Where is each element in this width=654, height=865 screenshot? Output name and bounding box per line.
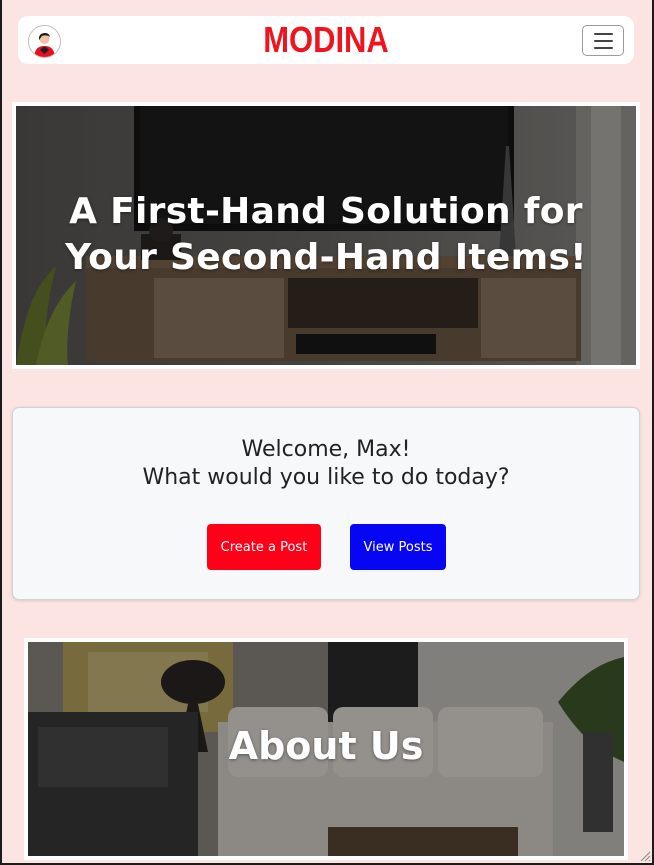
hero-title: A First-Hand Solution for Your Second-Ha… bbox=[16, 189, 636, 281]
welcome-greeting: Welcome, Max! bbox=[241, 437, 411, 462]
about-section: About Us bbox=[24, 638, 628, 860]
hero-title-line: A First-Hand Solution for bbox=[69, 191, 583, 232]
navbar: MODINA bbox=[18, 16, 634, 64]
menu-toggle-button[interactable] bbox=[582, 25, 624, 56]
avatar[interactable] bbox=[28, 25, 61, 58]
hamburger-menu-icon bbox=[594, 47, 613, 49]
brand-logo[interactable]: MODINA bbox=[61, 20, 591, 60]
resize-grip-icon[interactable] bbox=[639, 850, 651, 862]
hamburger-menu-icon bbox=[594, 40, 613, 42]
hero-banner: A First-Hand Solution for Your Second-Ha… bbox=[12, 102, 640, 369]
viewport-border-left bbox=[0, 0, 2, 865]
hero-image: A First-Hand Solution for Your Second-Ha… bbox=[16, 106, 636, 365]
hero-title-line: Your Second-Hand Items! bbox=[65, 237, 587, 278]
hamburger-menu-icon bbox=[594, 33, 613, 35]
user-avatar-icon bbox=[29, 26, 60, 57]
create-post-button[interactable]: Create a Post bbox=[207, 524, 321, 570]
about-image: About Us bbox=[28, 642, 624, 856]
welcome-question: What would you like to do today? bbox=[142, 465, 510, 490]
welcome-card: Welcome, Max! What would you like to do … bbox=[12, 407, 640, 600]
about-title: About Us bbox=[228, 724, 424, 768]
view-posts-button[interactable]: View Posts bbox=[350, 524, 446, 570]
